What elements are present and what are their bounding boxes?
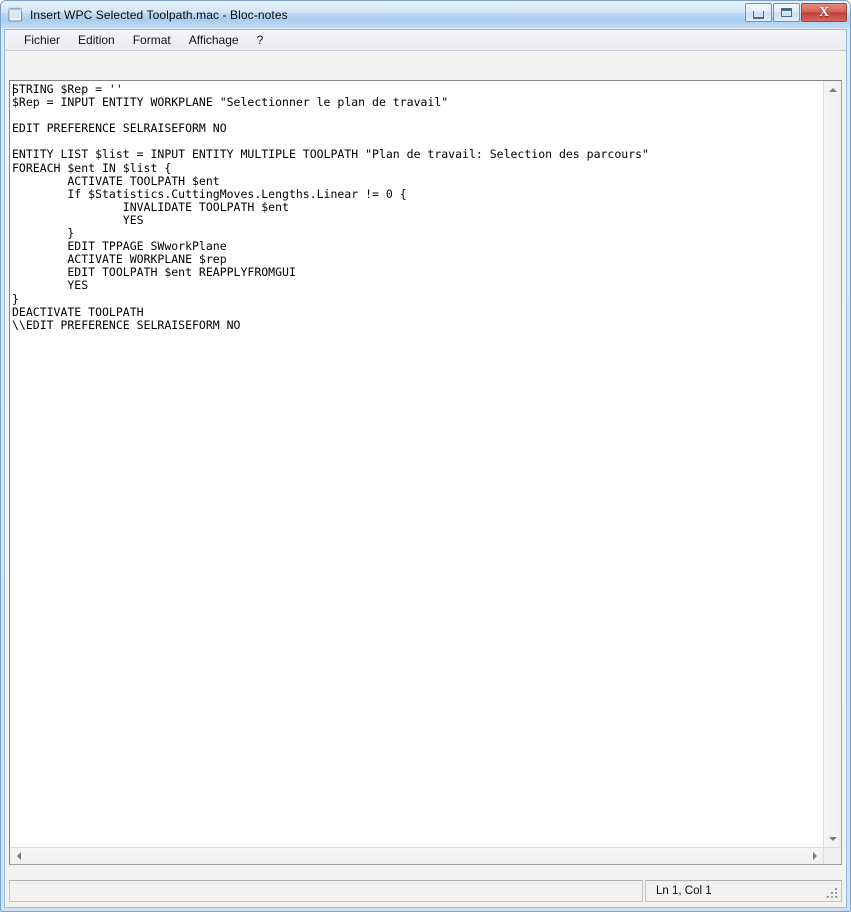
menu-affichage[interactable]: Affichage [180, 31, 248, 49]
status-pane-left [9, 880, 643, 902]
scroll-right-icon[interactable] [806, 848, 823, 865]
menu-edition[interactable]: Edition [69, 31, 124, 49]
resize-grip-icon[interactable] [827, 888, 838, 899]
menu-help[interactable]: ? [248, 31, 273, 49]
horizontal-scrollbar[interactable] [10, 847, 823, 864]
window-client-area: Fichier Edition Format Affichage ? STRIN… [4, 29, 847, 908]
minimize-button[interactable] [745, 3, 772, 22]
status-bar: Ln 1, Col 1 [9, 880, 842, 902]
window-controls: X [744, 2, 847, 23]
menu-format[interactable]: Format [124, 31, 180, 49]
scroll-left-icon[interactable] [10, 848, 27, 865]
scroll-up-icon[interactable] [824, 81, 841, 98]
maximize-icon [781, 8, 792, 17]
menu-bar: Fichier Edition Format Affichage ? [5, 30, 846, 51]
maximize-button[interactable] [773, 3, 800, 22]
menu-fichier[interactable]: Fichier [15, 31, 69, 49]
window-title: Insert WPC Selected Toolpath.mac - Bloc-… [30, 7, 288, 22]
editor-content: STRING $Rep = '' $Rep = INPUT ENTITY WOR… [12, 82, 649, 332]
text-editor[interactable]: STRING $Rep = '' $Rep = INPUT ENTITY WOR… [10, 81, 823, 847]
scroll-down-icon[interactable] [824, 830, 841, 847]
notepad-window: Insert WPC Selected Toolpath.mac - Bloc-… [0, 0, 851, 912]
caret-position-label: Ln 1, Col 1 [656, 885, 712, 897]
minimize-icon [753, 11, 764, 19]
close-icon: X [818, 4, 830, 20]
notepad-icon [7, 6, 24, 23]
status-pane-position: Ln 1, Col 1 [645, 880, 842, 902]
scrollbar-corner [823, 847, 841, 864]
editor-frame: STRING $Rep = '' $Rep = INPUT ENTITY WOR… [9, 80, 842, 865]
close-button[interactable]: X [801, 3, 847, 22]
text-caret [13, 84, 14, 96]
title-bar[interactable]: Insert WPC Selected Toolpath.mac - Bloc-… [1, 1, 850, 28]
vertical-scrollbar[interactable] [823, 81, 841, 847]
